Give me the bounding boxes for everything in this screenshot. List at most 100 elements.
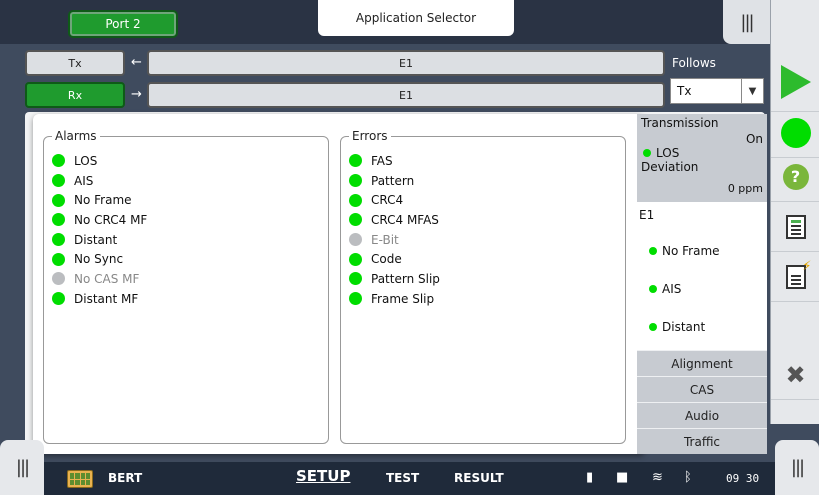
report-icon: [785, 214, 806, 239]
rx-button[interactable]: Rx: [25, 82, 125, 108]
status-led-icon: [780, 117, 811, 148]
alarms-item: Distant MF: [52, 289, 328, 309]
port-button[interactable]: Port 2: [68, 10, 178, 38]
errors-item: Frame Slip: [349, 289, 625, 309]
tx-interface-field[interactable]: E1: [147, 50, 665, 76]
rx-interface-field[interactable]: E1: [147, 82, 665, 108]
transmission-box: Transmission On LOS Deviation 0 ppm: [637, 114, 767, 202]
led-icon: [349, 193, 362, 207]
start-test-button[interactable]: [771, 52, 819, 112]
tab-cas[interactable]: CAS: [637, 376, 767, 402]
tab-setup[interactable]: SETUP: [296, 467, 350, 485]
led-icon: [349, 252, 362, 266]
alarms-item: LOS: [52, 151, 328, 171]
errors-title: Errors: [349, 129, 391, 143]
help-icon: ?: [782, 163, 809, 190]
errors-item-label: FAS: [371, 153, 393, 168]
report-button[interactable]: [771, 202, 819, 252]
tab-traffic[interactable]: Traffic: [637, 428, 767, 454]
alarms-item-label: No CRC4 MF: [74, 212, 148, 227]
e1-item: No Frame: [649, 244, 720, 258]
errors-item-label: Code: [371, 252, 402, 267]
led-icon: [52, 252, 65, 266]
tab-alignment[interactable]: Alignment: [637, 350, 767, 376]
tx-button[interactable]: Tx: [25, 50, 125, 76]
alarms-item-label: Distant: [74, 232, 118, 247]
e1-item-label: No Frame: [662, 244, 720, 258]
status-led-button[interactable]: [771, 108, 819, 158]
application-selector-tab[interactable]: Application Selector: [318, 0, 514, 36]
los-label: LOS: [656, 146, 680, 160]
led-icon: [349, 233, 362, 247]
errors-list: FAS Pattern CRC4 CRC4 MFAS E-Bit Code Pattern …: [349, 151, 625, 309]
e1-item: Distant: [649, 320, 705, 334]
alarms-item: No Frame: [52, 190, 328, 210]
led-icon: [349, 213, 362, 227]
led-icon: [649, 285, 657, 293]
alarms-item-label: Distant MF: [74, 291, 139, 306]
left-grip-icon[interactable]: |||: [0, 440, 44, 495]
errors-item: CRC4: [349, 190, 625, 210]
close-icon: ✖: [785, 360, 806, 389]
e1-status-box: E1 No Frame AIS Distant: [637, 202, 767, 350]
menu-grip-icon[interactable]: |||: [723, 0, 770, 44]
led-icon: [349, 154, 362, 168]
bluetooth-icon: ᛒ: [684, 470, 692, 485]
alarms-group: Alarms LOS AIS No Frame No CRC4 MF Distant No…: [43, 129, 329, 444]
close-button[interactable]: ✖: [771, 350, 819, 400]
alarms-item: No Sync: [52, 249, 328, 269]
right-grip-icon[interactable]: |||: [775, 440, 819, 495]
clock: 09 30: [726, 472, 760, 485]
los-indicator: LOS: [643, 146, 679, 160]
transmission-value: On: [745, 132, 763, 146]
led-icon: [52, 154, 65, 168]
help-button[interactable]: ?: [771, 152, 819, 202]
e1-item-label: Distant: [662, 320, 706, 334]
storage-icon: ■: [616, 470, 629, 485]
left-arrow-icon: ←: [131, 55, 142, 70]
tab-result[interactable]: RESULT: [454, 471, 504, 485]
alarms-item: No CRC4 MF: [52, 210, 328, 230]
led-icon: [52, 292, 65, 306]
led-icon: [52, 174, 65, 188]
led-icon: [52, 193, 65, 207]
bert-app-icon[interactable]: [67, 470, 93, 488]
tab-test[interactable]: TEST: [386, 471, 419, 485]
led-icon: [52, 233, 65, 247]
e1-item: AIS: [649, 282, 681, 296]
alarms-item-label: LOS: [74, 153, 98, 168]
alarms-errors-popup: Alarms LOS AIS No Frame No CRC4 MF Distant No…: [33, 114, 645, 454]
errors-item-label: CRC4: [371, 193, 404, 208]
errors-item: FAS: [349, 151, 625, 171]
errors-item: E-Bit: [349, 230, 625, 250]
errors-item-label: Pattern: [371, 173, 415, 188]
led-icon: [649, 247, 657, 255]
led-icon: [349, 272, 362, 286]
errors-item-label: E-Bit: [371, 232, 399, 247]
alarms-item-label: No CAS MF: [74, 271, 140, 286]
follows-select-value: Tx: [677, 84, 692, 98]
errors-group: Errors FAS Pattern CRC4 CRC4 MFAS E-Bit Code P…: [340, 129, 626, 444]
led-icon: [52, 272, 65, 286]
quick-edit-button[interactable]: [771, 252, 819, 302]
alarms-item: AIS: [52, 171, 328, 191]
wifi-off-icon: ≋: [652, 470, 663, 485]
errors-item: Code: [349, 249, 625, 269]
alarms-title: Alarms: [52, 129, 100, 143]
alarms-list: LOS AIS No Frame No CRC4 MF Distant No Sync No…: [52, 151, 328, 309]
right-arrow-icon: →: [131, 87, 142, 102]
tab-audio[interactable]: Audio: [637, 402, 767, 428]
alarms-item: Distant: [52, 230, 328, 250]
los-led-icon: [643, 149, 651, 157]
alarms-item-label: AIS: [74, 173, 94, 188]
chevron-down-icon[interactable]: ▼: [741, 79, 763, 103]
errors-item: Pattern: [349, 171, 625, 191]
errors-item: CRC4 MFAS: [349, 210, 625, 230]
alarms-item-label: No Frame: [74, 193, 132, 208]
led-icon: [52, 213, 65, 227]
transmission-label: Transmission: [641, 116, 719, 130]
play-icon: [780, 64, 811, 99]
led-icon: [649, 323, 657, 331]
follows-select[interactable]: Tx ▼: [670, 78, 764, 104]
alarms-item-label: No Sync: [74, 252, 124, 267]
